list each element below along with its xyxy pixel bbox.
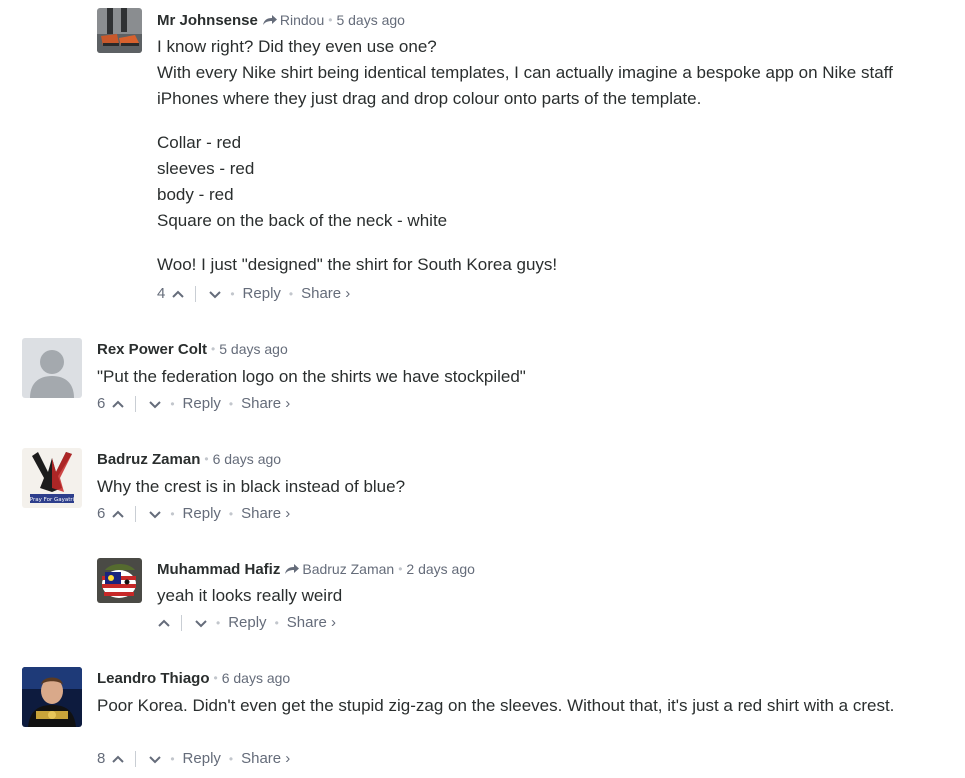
action-separator: • — [228, 397, 234, 411]
comment-line: I know right? Did they even use one? — [157, 37, 437, 56]
comment-body: yeah it looks really weird — [157, 583, 947, 609]
share-button[interactable]: Share › — [287, 614, 336, 632]
reply-to-name[interactable]: Rindou — [280, 12, 324, 28]
comment-body: Poor Korea. Didn't even get the stupid z… — [97, 693, 947, 719]
timestamp[interactable]: 6 days ago — [213, 451, 282, 467]
default-avatar-icon — [22, 338, 82, 398]
action-separator: • — [170, 397, 175, 411]
comment-line: With every Nike shirt being identical te… — [157, 63, 893, 108]
comment-line: Woo! I just "designed" the shirt for Sou… — [157, 255, 558, 274]
share-button[interactable]: Share › — [241, 505, 290, 523]
timestamp[interactable]: 5 days ago — [336, 12, 405, 28]
share-button[interactable]: Share › — [301, 285, 350, 303]
comment-actions: 6 • Reply • Share › — [97, 505, 290, 523]
meta-separator: • — [328, 13, 333, 27]
reply-button[interactable]: Reply — [183, 505, 221, 523]
reply-arrow-icon — [285, 564, 300, 574]
avatar-caption: Pray For Gayatri — [30, 497, 75, 503]
share-button[interactable]: Share › — [241, 750, 290, 768]
comment-body: I know right? Did they even use one? Wit… — [157, 34, 947, 278]
action-separator: • — [230, 287, 235, 301]
comment-actions: 6 • Reply • Share › — [97, 395, 290, 413]
action-separator: • — [228, 507, 234, 521]
action-separator: • — [288, 287, 294, 301]
reply-button[interactable]: Reply — [183, 750, 221, 768]
meta-separator: • — [211, 342, 216, 356]
chevron-up-icon[interactable] — [157, 616, 171, 630]
meta-separator: • — [398, 562, 403, 576]
reply-button[interactable]: Reply — [183, 395, 221, 413]
share-button[interactable]: Share › — [241, 395, 290, 413]
comment-text: "Put the federation logo on the shirts w… — [97, 367, 526, 386]
upvote-count: 6 — [97, 395, 106, 412]
comment-header: Muhammad Hafiz Badruz Zaman • 2 days ago — [157, 560, 475, 579]
timestamp[interactable]: 2 days ago — [406, 561, 475, 577]
author-name[interactable]: Mr Johnsense — [157, 12, 258, 29]
author-name[interactable]: Badruz Zaman — [97, 451, 200, 468]
meta-separator: • — [213, 671, 218, 685]
comment-actions: 8 • Reply • Share › — [97, 750, 290, 768]
upvote-count: 6 — [97, 505, 106, 522]
avatar-image — [97, 8, 142, 53]
reply-to-name[interactable]: Badruz Zaman — [302, 561, 394, 577]
avatar-image — [97, 558, 142, 603]
vote-divider — [181, 615, 182, 631]
avatar[interactable] — [97, 8, 142, 53]
avatar[interactable] — [22, 338, 82, 398]
chevron-up-icon[interactable] — [111, 507, 125, 521]
avatar[interactable]: Pray For Gayatri — [22, 448, 82, 508]
vote-divider — [135, 751, 137, 767]
author-name[interactable]: Rex Power Colt — [97, 341, 207, 358]
vote-divider — [135, 506, 137, 522]
action-separator: • — [228, 752, 234, 766]
meta-separator: • — [204, 452, 209, 466]
chevron-up-icon[interactable] — [171, 287, 185, 301]
avatar-image: Pray For Gayatri — [22, 448, 82, 508]
reply-button[interactable]: Reply — [243, 285, 281, 303]
comment-line: Square on the back of the neck - white — [157, 211, 448, 230]
comment-text: Why the crest is in black instead of blu… — [97, 477, 406, 496]
chevron-down-icon[interactable] — [194, 616, 208, 630]
action-separator: • — [274, 616, 279, 630]
upvote-count: 4 — [157, 285, 166, 302]
comment-header: Rex Power Colt • 5 days ago — [97, 340, 288, 359]
reply-arrow-icon — [262, 15, 277, 25]
chevron-up-icon[interactable] — [111, 397, 125, 411]
comment-text: Poor Korea. Didn't even get the stupid z… — [97, 696, 895, 715]
comment-body: "Put the federation logo on the shirts w… — [97, 364, 947, 390]
comment-text: yeah it looks really weird — [157, 586, 343, 605]
chevron-down-icon[interactable] — [148, 507, 162, 521]
chevron-up-icon[interactable] — [111, 752, 125, 766]
timestamp[interactable]: 5 days ago — [219, 341, 288, 357]
author-name[interactable]: Leandro Thiago — [97, 670, 210, 687]
action-separator: • — [216, 616, 221, 630]
upvote-count: 8 — [97, 750, 106, 767]
comment-line: body - red — [157, 185, 234, 204]
chevron-down-icon[interactable] — [148, 397, 162, 411]
author-name[interactable]: Muhammad Hafiz — [157, 561, 280, 578]
timestamp[interactable]: 6 days ago — [222, 670, 291, 686]
vote-divider — [135, 396, 137, 412]
action-separator: • — [170, 752, 175, 766]
comment-header: Mr Johnsense Rindou • 5 days ago — [157, 11, 405, 30]
comment-line: Collar - red — [157, 133, 242, 152]
avatar[interactable] — [97, 558, 142, 603]
chevron-down-icon[interactable] — [208, 287, 222, 301]
comment-line: sleeves - red — [157, 159, 255, 178]
comment-actions: 4 • Reply • Share › — [157, 285, 350, 303]
avatar[interactable] — [22, 667, 82, 727]
comment-actions: • Reply • Share › — [157, 614, 336, 632]
avatar-image — [22, 667, 82, 727]
comment-header: Leandro Thiago • 6 days ago — [97, 669, 290, 688]
comment-body: Why the crest is in black instead of blu… — [97, 474, 947, 500]
comment-header: Badruz Zaman • 6 days ago — [97, 450, 281, 469]
action-separator: • — [170, 507, 175, 521]
chevron-down-icon[interactable] — [148, 752, 162, 766]
reply-button[interactable]: Reply — [228, 614, 266, 632]
vote-divider — [195, 286, 197, 302]
